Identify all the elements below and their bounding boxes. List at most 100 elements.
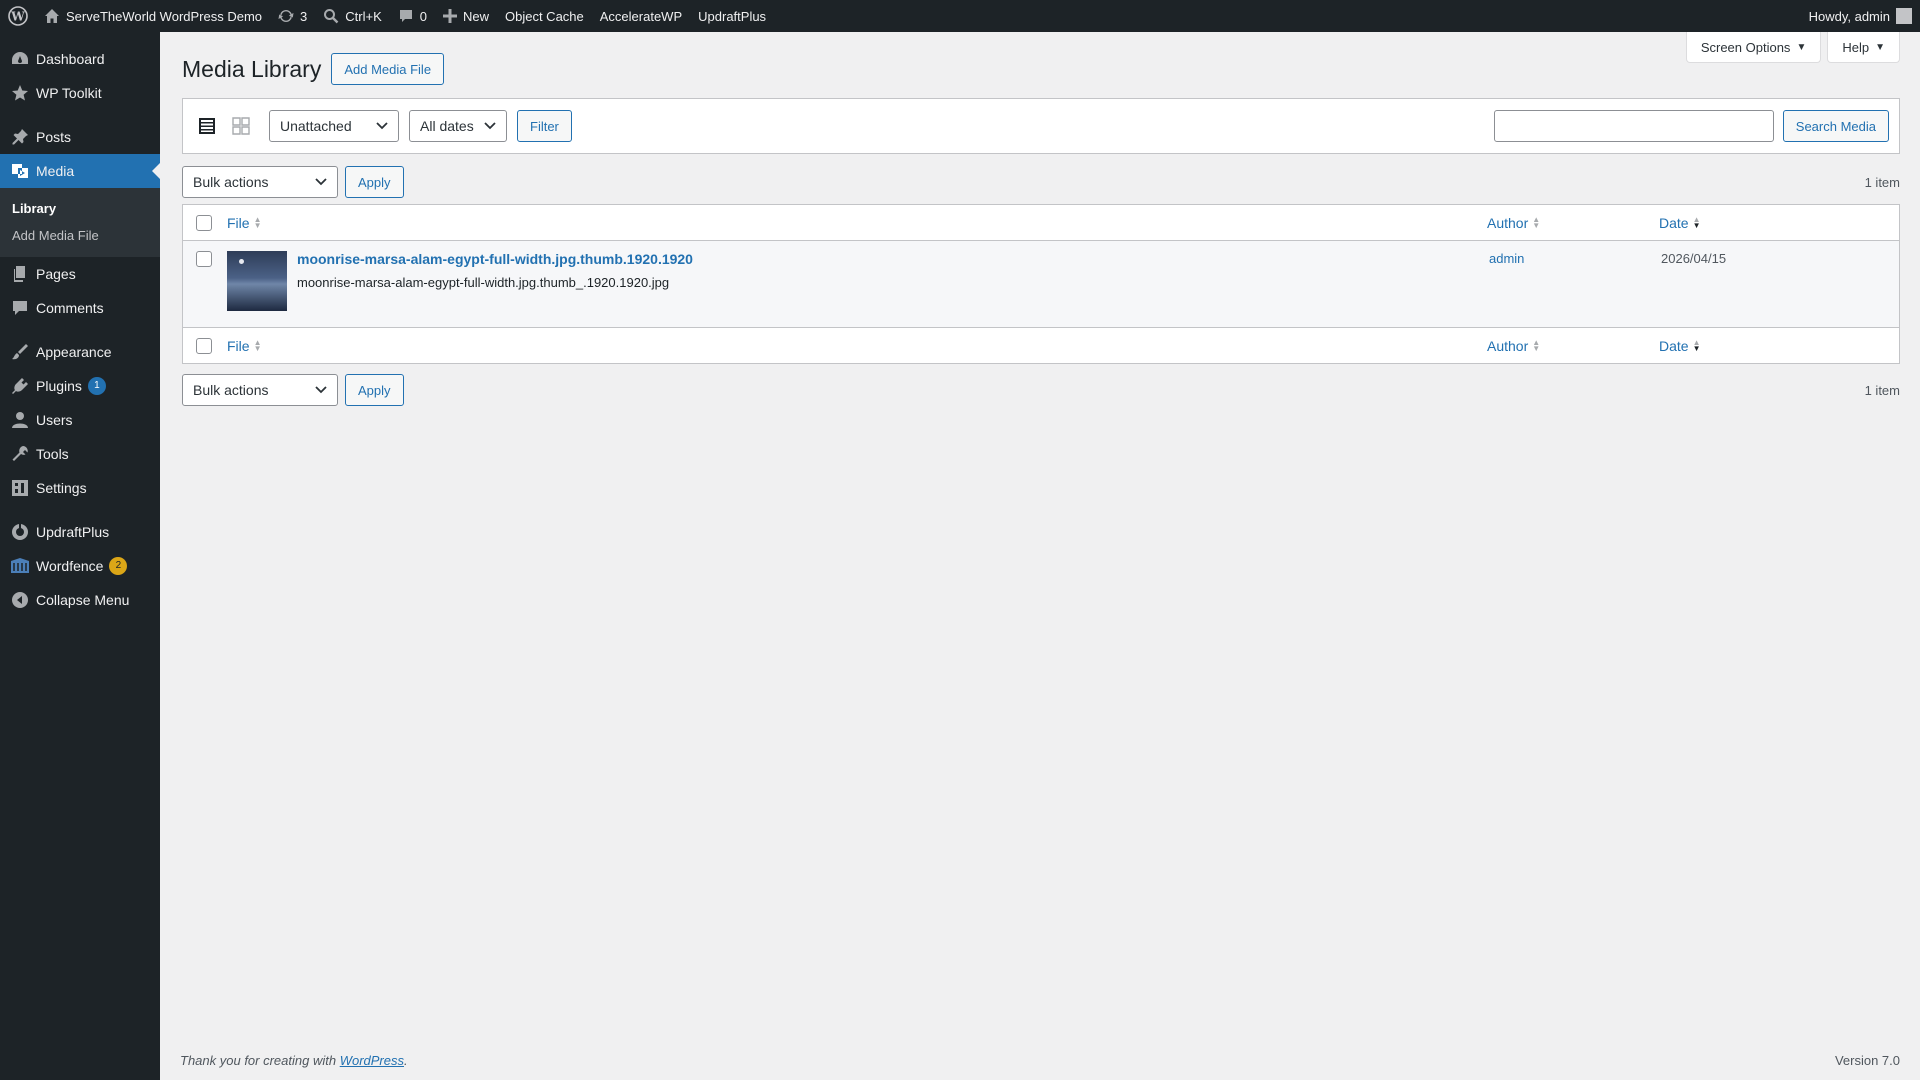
comment-icon xyxy=(399,10,412,22)
collapse-icon xyxy=(10,590,30,610)
sidebar-item-tools[interactable]: Tools xyxy=(0,437,160,471)
sidebar-item-settings[interactable]: Settings xyxy=(0,471,160,505)
bulk-actions-value: Bulk actions xyxy=(193,174,269,190)
my-account-link[interactable]: Howdy, admin xyxy=(1801,0,1920,32)
search-media-button[interactable]: Search Media xyxy=(1782,110,1889,142)
chevron-down-icon xyxy=(315,386,327,394)
settings-icon xyxy=(10,478,30,498)
date-column-label: Date xyxy=(1659,214,1689,231)
sort-icon: ▲ ▼ xyxy=(253,214,262,230)
screen-options-label: Screen Options xyxy=(1700,39,1791,55)
author-column-label: Author xyxy=(1487,337,1529,354)
wordpress-logo-icon[interactable]: W xyxy=(0,0,36,32)
new-content-link[interactable]: New xyxy=(435,0,497,32)
bulk-actions-value: Bulk actions xyxy=(193,382,269,398)
select-all-checkbox-footer[interactable] xyxy=(196,337,212,354)
table-header-row: File ▲ ▼ Author ▲ ▼ Date ▲ ▼ xyxy=(183,205,1899,241)
search-media-input[interactable] xyxy=(1493,110,1774,142)
date-filter-value: All dates xyxy=(420,118,474,134)
media-filename: moonrise-marsa-alam-egypt-full-width.jpg… xyxy=(297,275,670,290)
sidebar-item-appearance[interactable]: Appearance xyxy=(0,335,160,369)
sidebar-item-label: Pages xyxy=(36,266,76,282)
author-link[interactable]: admin xyxy=(1489,251,1524,266)
bulk-actions-select-bottom[interactable]: Bulk actions xyxy=(182,374,338,406)
new-label: New xyxy=(462,8,489,24)
collapse-menu-button[interactable]: Collapse Menu xyxy=(0,583,160,617)
row-checkbox[interactable] xyxy=(196,251,212,267)
sidebar-item-wordfence[interactable]: Wordfence 2 xyxy=(0,549,160,583)
upload-date: 2026/04/15 xyxy=(1661,251,1727,266)
sidebar-item-label: Comments xyxy=(36,300,104,316)
list-view-icon[interactable] xyxy=(193,112,221,140)
sidebar-item-plugins[interactable]: Plugins 1 xyxy=(0,369,160,403)
sort-by-date-footer[interactable]: Date ▲ ▼ xyxy=(1659,338,1701,354)
submenu-item-add-media-file[interactable]: Add Media File xyxy=(0,222,160,249)
bulk-actions-select[interactable]: Bulk actions xyxy=(182,166,338,198)
sort-by-author-header[interactable]: Author ▲ ▼ xyxy=(1487,215,1540,231)
sort-by-date-header[interactable]: Date ▲ ▼ xyxy=(1659,215,1701,231)
tablenav-bottom: Bulk actions Apply 1 item xyxy=(182,368,1900,412)
sidebar-item-label: Collapse Menu xyxy=(36,592,130,608)
media-thumbnail[interactable] xyxy=(227,251,287,311)
star-icon xyxy=(10,83,30,103)
filter-button[interactable]: Filter xyxy=(517,110,572,142)
apply-button-bottom[interactable]: Apply xyxy=(345,374,404,406)
screen-options-button[interactable]: Screen Options ▼ xyxy=(1685,32,1822,63)
sidebar-item-updraftplus[interactable]: UpdraftPlus xyxy=(0,515,160,549)
tablenav-top: Bulk actions Apply 1 item xyxy=(182,160,1900,204)
updraftplus-icon xyxy=(10,522,30,542)
date-filter-select[interactable]: All dates xyxy=(409,110,507,142)
help-button[interactable]: Help ▼ xyxy=(1827,32,1900,63)
sort-icon: ▲ ▼ xyxy=(1532,337,1541,353)
sort-by-file-footer[interactable]: File ▲ ▼ xyxy=(227,338,261,354)
media-title-link[interactable]: moonrise-marsa-alam-egypt-full-width.jpg… xyxy=(297,251,693,267)
main-content: Screen Options ▼ Help ▼ Media Library Ad… xyxy=(160,32,1920,1080)
sort-by-file-header[interactable]: File ▲ ▼ xyxy=(227,215,261,231)
attachment-filter-select[interactable]: Unattached xyxy=(269,110,399,142)
sidebar-item-comments[interactable]: Comments xyxy=(0,291,160,325)
sidebar-item-label: Appearance xyxy=(36,344,112,360)
site-name-label: ServeTheWorld WordPress Demo xyxy=(66,8,263,24)
sidebar-item-pages[interactable]: Pages xyxy=(0,257,160,291)
file-column-label: File xyxy=(227,337,250,354)
site-name-link[interactable]: ServeTheWorld WordPress Demo xyxy=(36,0,270,32)
caret-down-icon: ▼ xyxy=(1796,41,1807,53)
chevron-down-icon xyxy=(484,122,496,130)
command-palette-link[interactable]: Ctrl+K xyxy=(315,0,389,32)
sidebar-item-users[interactable]: Users xyxy=(0,403,160,437)
sidebar-item-posts[interactable]: Posts xyxy=(0,120,160,154)
item-count-bottom: 1 item xyxy=(1864,382,1900,398)
sidebar-item-label: Users xyxy=(36,412,73,428)
sidebar-item-media[interactable]: Media xyxy=(0,154,160,188)
user-icon xyxy=(10,410,30,430)
comments-count: 0 xyxy=(419,8,427,24)
sidebar-item-wp-toolkit[interactable]: WP Toolkit xyxy=(0,76,160,110)
avatar xyxy=(1896,8,1912,24)
screen-meta-links: Screen Options ▼ Help ▼ xyxy=(1685,32,1900,63)
paintbrush-icon xyxy=(10,342,30,362)
item-count: 1 item xyxy=(1864,174,1900,190)
updates-count: 3 xyxy=(300,8,308,24)
wordfence-icon xyxy=(10,556,30,576)
sidebar-item-label: Dashboard xyxy=(36,51,105,67)
comments-link[interactable]: 0 xyxy=(390,0,435,32)
media-icon xyxy=(10,161,30,181)
apply-button[interactable]: Apply xyxy=(345,166,404,198)
sidebar-item-dashboard[interactable]: Dashboard xyxy=(0,42,160,76)
wordpress-link[interactable]: WordPress xyxy=(340,1053,404,1068)
sort-by-author-footer[interactable]: Author ▲ ▼ xyxy=(1487,338,1540,354)
sort-icon: ▲ ▼ xyxy=(253,337,262,353)
updates-link[interactable]: 3 xyxy=(270,0,315,32)
dashboard-icon xyxy=(10,49,30,69)
submenu-item-library[interactable]: Library xyxy=(0,195,160,222)
add-media-file-button[interactable]: Add Media File xyxy=(331,53,445,85)
footer-thanks-suffix: . xyxy=(404,1053,408,1068)
select-all-checkbox[interactable] xyxy=(196,214,212,231)
grid-view-icon[interactable] xyxy=(227,112,255,140)
wrench-icon xyxy=(10,444,30,464)
updraftplus-bar-link[interactable]: UpdraftPlus xyxy=(690,0,774,32)
object-cache-link[interactable]: Object Cache xyxy=(497,0,592,32)
object-cache-label: Object Cache xyxy=(505,8,584,24)
acceleratewp-link[interactable]: AccelerateWP xyxy=(592,0,690,32)
table-row: moonrise-marsa-alam-egypt-full-width.jpg… xyxy=(183,241,1899,327)
